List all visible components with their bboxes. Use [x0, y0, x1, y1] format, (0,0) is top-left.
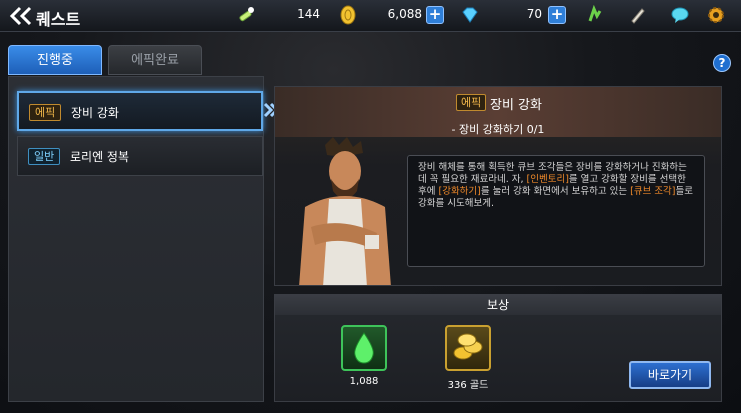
reward-gold-label: 336 골드 [447, 380, 489, 391]
reward-header: 보상 [275, 295, 721, 315]
reward-panel: 보상 1,088 336 골드 바로가기 [274, 294, 722, 402]
gem-value: 70 [526, 7, 542, 21]
detail-title: 장비 강화 [490, 98, 542, 113]
quest-description: 장비 해체를 통해 획득한 큐브 조각들은 장비를 강화하거나 진화하는데 꼭 … [407, 155, 705, 267]
normal-tag: 일반 [28, 148, 61, 165]
gear-icon[interactable] [706, 5, 726, 25]
skill-icon[interactable] [585, 5, 605, 25]
goto-button[interactable]: 바로가기 [629, 361, 711, 389]
page-title: 퀘스트 [36, 10, 81, 29]
chat-icon[interactable] [670, 5, 690, 25]
stamina-value: 144 [297, 7, 320, 21]
add-gold-button[interactable]: + [426, 6, 444, 24]
stamina-icon [239, 7, 254, 22]
gold-value: 6,088 [387, 7, 422, 21]
quest-objective: - 장비 강화하기 0/1 [451, 123, 545, 136]
gem-icon [462, 7, 478, 23]
add-gem-button[interactable]: + [548, 6, 566, 24]
quest-name: 로리엔 정복 [70, 150, 130, 164]
quest-item-lorien-conquest[interactable]: 일반 로리엔 정복 [17, 136, 263, 176]
gold-coin-icon [340, 5, 356, 25]
gold-coins-icon [453, 333, 483, 360]
tab-epic-complete[interactable]: 에픽완료 [108, 45, 202, 75]
quest-name: 장비 강화 [71, 106, 119, 120]
detail-epic-badge: 에픽 [456, 94, 487, 111]
back-icon[interactable] [8, 5, 34, 27]
reward-item-exp [341, 325, 387, 371]
epic-tag: 에픽 [29, 104, 62, 121]
sword-icon[interactable] [628, 5, 648, 25]
reward-item-gold [445, 325, 491, 371]
reward-exp-label: 1,088 [349, 376, 379, 387]
quest-detail-panel: 에픽 장비 강화 - 장비 강화하기 0/1 장비 해체를 통해 획득한 큐브 … [274, 86, 722, 286]
tab-in-progress[interactable]: 진행중 [8, 45, 102, 75]
npc-character-portrait [299, 137, 391, 285]
quest-list: 에픽 장비 강화 일반 로리엔 정복 [8, 76, 264, 402]
help-button[interactable]: ? [713, 54, 731, 72]
quest-item-equipment-upgrade[interactable]: 에픽 장비 강화 [17, 91, 263, 131]
top-bar: 퀘스트 144 6,088 + 70 + [0, 0, 741, 32]
green-drop-icon [354, 332, 374, 364]
